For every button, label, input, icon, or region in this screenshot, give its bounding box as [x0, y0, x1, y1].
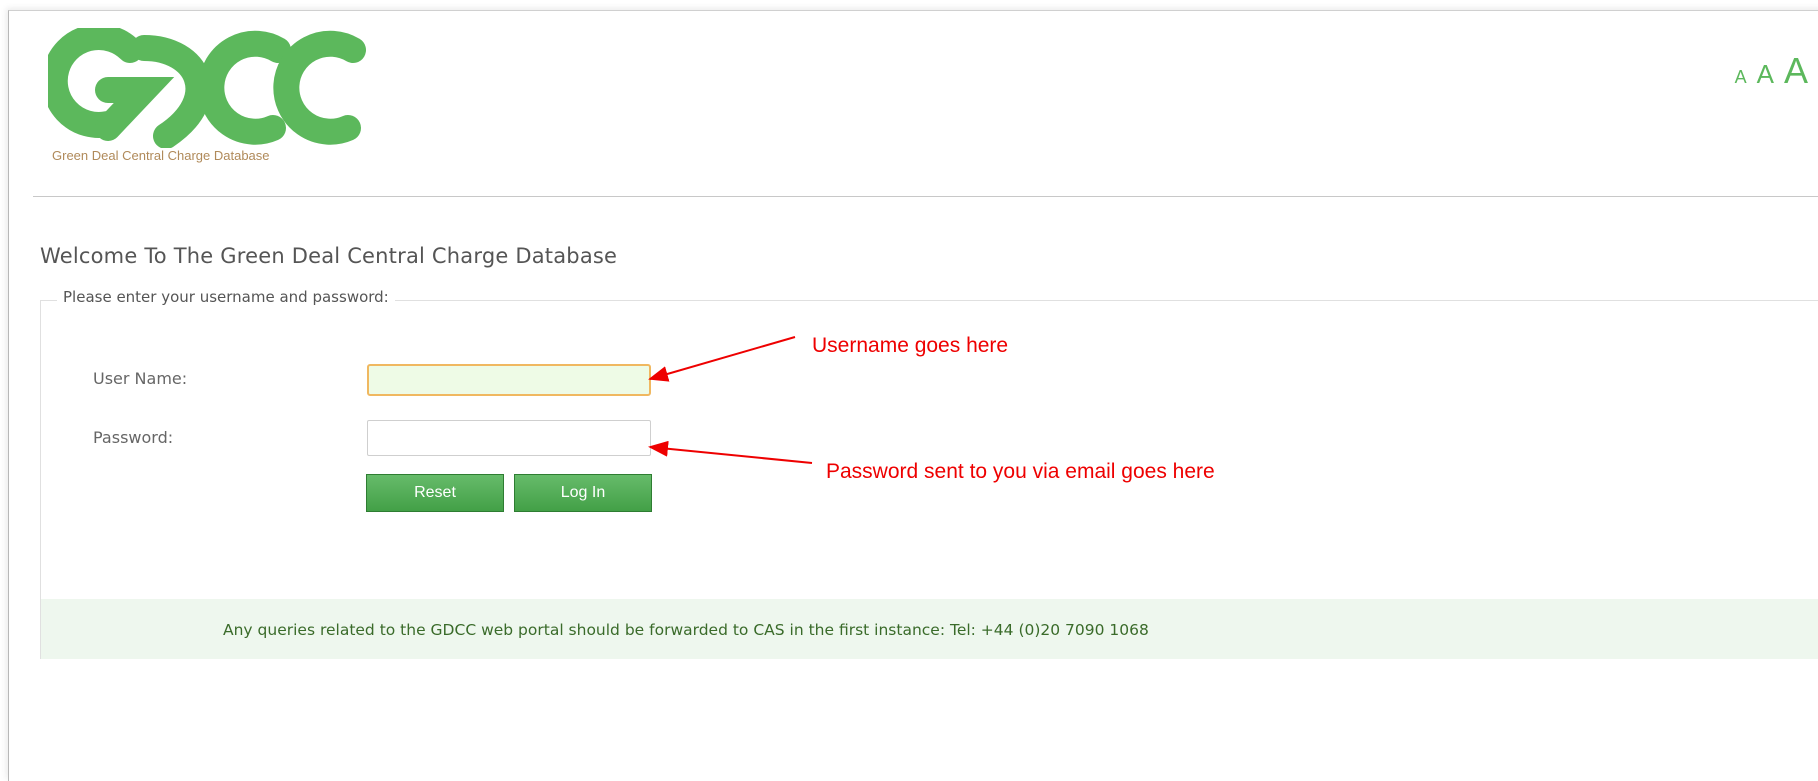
font-size-medium-button[interactable]: A — [1757, 59, 1774, 90]
username-label: User Name: — [93, 369, 188, 388]
footer-bar: Any queries related to the GDCC web port… — [41, 599, 1818, 659]
gdcc-logo: Green Deal Central Charge Database — [48, 28, 378, 178]
password-label: Password: — [93, 428, 174, 447]
gdcc-logo-icon — [48, 28, 366, 148]
footer-contact-text: Any queries related to the GDCC web port… — [223, 621, 1149, 639]
username-input[interactable] — [367, 364, 651, 396]
login-legend: Please enter your username and password: — [57, 288, 395, 306]
header-divider — [33, 196, 1818, 197]
username-annotation: Username goes here — [812, 334, 1009, 357]
font-size-large-button[interactable]: A — [1784, 50, 1808, 92]
font-size-small-button[interactable]: A — [1735, 67, 1747, 88]
page-title: Welcome To The Green Deal Central Charge… — [40, 244, 618, 268]
logo-tagline: Green Deal Central Charge Database — [52, 148, 270, 163]
login-button[interactable]: Log In — [514, 474, 652, 512]
reset-button[interactable]: Reset — [366, 474, 504, 512]
password-input[interactable] — [367, 420, 651, 456]
password-annotation: Password sent to you via email goes here — [826, 460, 1215, 483]
font-size-controls: A A A — [1735, 50, 1808, 92]
